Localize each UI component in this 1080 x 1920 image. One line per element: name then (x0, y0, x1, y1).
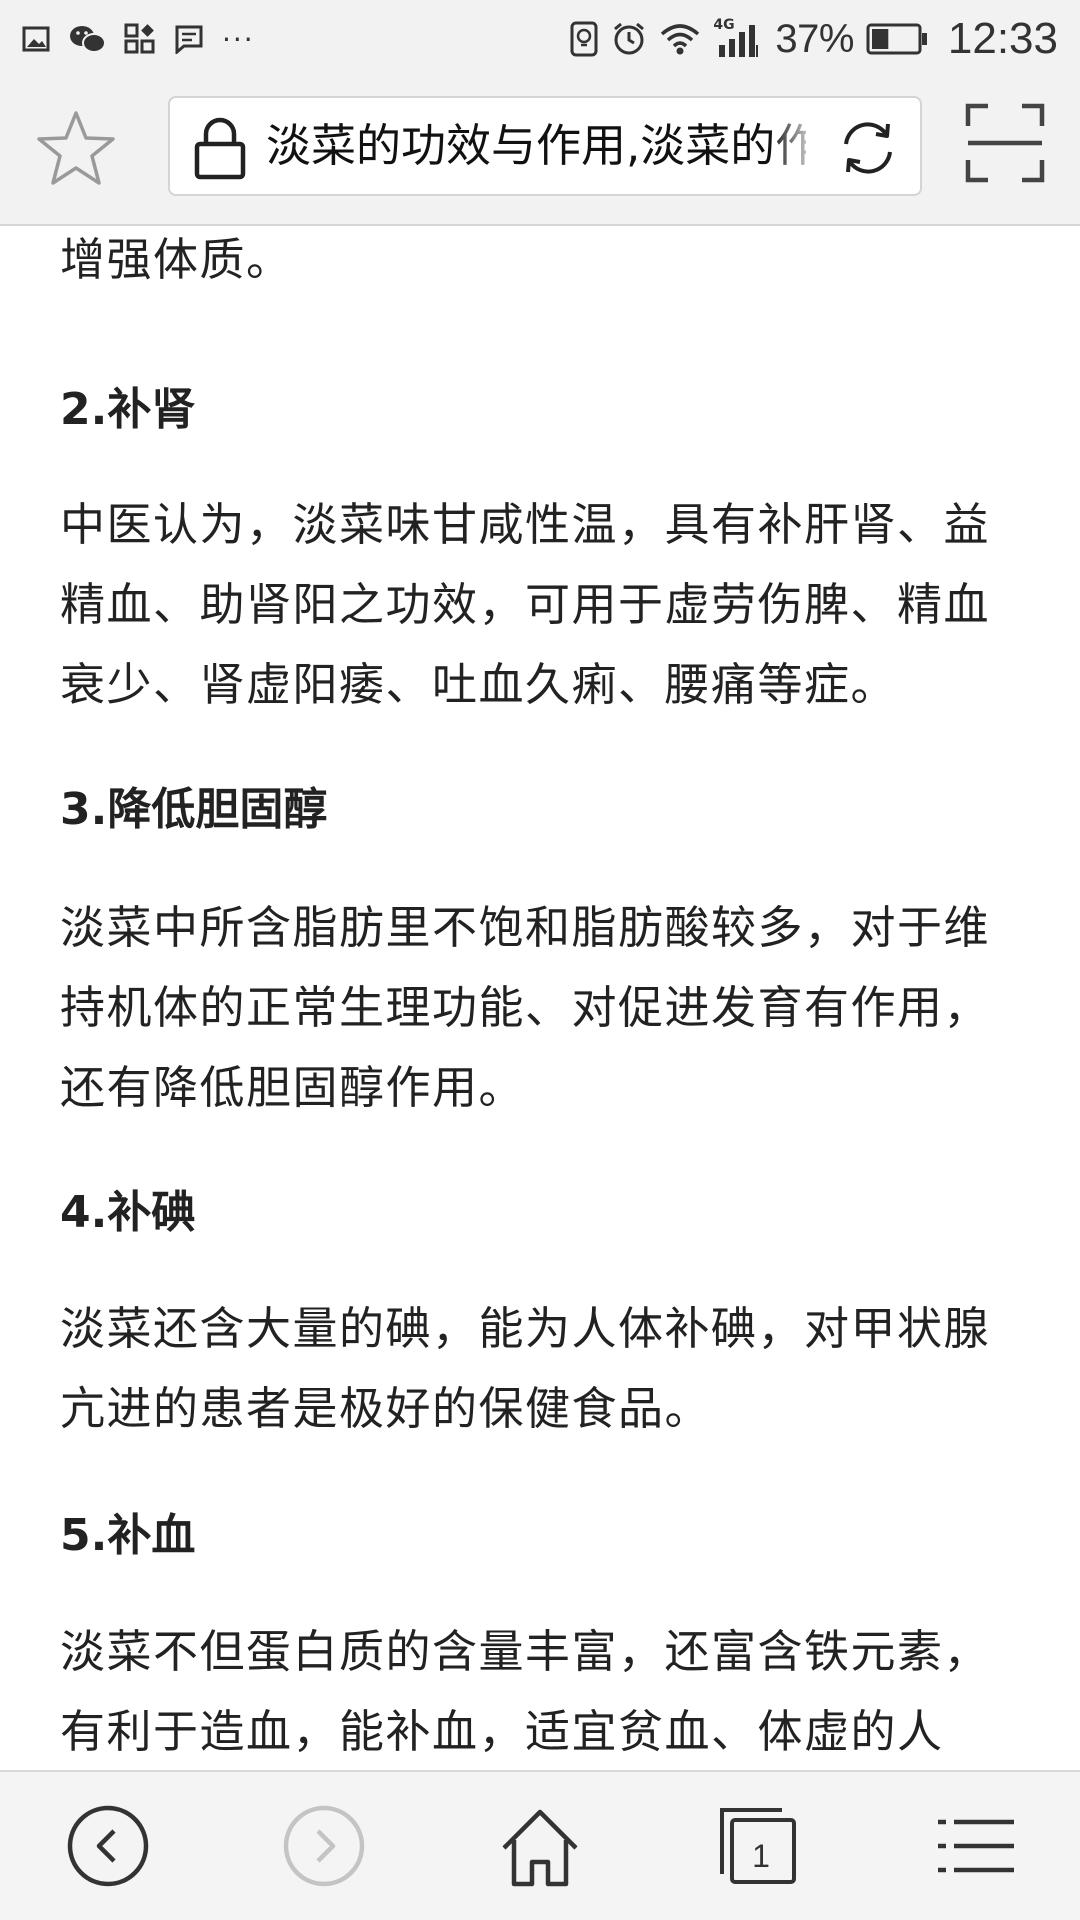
message-icon (174, 24, 204, 54)
article-content[interactable]: 增强体质。 2.补肾 中医认为，淡菜味甘咸性温，具有补肝肾、益精血、助肾阳之功效… (0, 226, 1080, 1770)
section-body: 淡菜中所含脂肪里不饱和脂肪酸较多，对于维持机体的正常生理功能、对促进发育有作用，… (60, 901, 991, 1114)
wifi-icon (659, 22, 701, 56)
section-body: 淡菜不但蛋白质的含量丰富，还富含铁元素，有利于造血，能补血，适宜贫血、体虚的人 (60, 1625, 991, 1758)
clock: 12:33 (947, 14, 1058, 63)
scan-icon (965, 103, 1045, 183)
apps-icon (124, 23, 156, 55)
section-body: 淡菜还含大量的碘，能为人体补碘，对甲状腺亢进的患者是极好的保健食品。 (60, 1302, 991, 1435)
section-heading: 3.降低胆固醇 (60, 784, 328, 835)
wechat-icon (68, 23, 106, 55)
menu-button[interactable] (934, 1804, 1018, 1888)
status-right-icons: 4G 37% 12:33 (569, 10, 1058, 68)
home-icon (502, 1809, 578, 1887)
forward-icon (283, 1805, 365, 1887)
lock-icon (194, 117, 246, 180)
url-fade (770, 98, 820, 194)
tabs-button[interactable]: 1 (716, 1804, 800, 1888)
page-title-in-url: 淡菜的功效与作用,淡菜的作 (266, 119, 806, 172)
vibrate-icon (569, 20, 599, 58)
refresh-icon[interactable] (838, 118, 898, 178)
scan-button[interactable] (964, 102, 1046, 184)
back-button[interactable] (66, 1804, 150, 1888)
bookmark-button[interactable] (34, 106, 118, 190)
tab-count: 1 (752, 1838, 770, 1874)
battery-icon (866, 23, 928, 55)
menu-icon (938, 1819, 1014, 1873)
gallery-icon (22, 26, 50, 52)
signal-4g-icon: 4G (713, 17, 763, 61)
section-heading: 2.补肾 (60, 384, 196, 435)
url-field[interactable]: 淡菜的功效与作用,淡菜的作 (168, 96, 922, 196)
status-bar: ··· 4G 37% 12:33 (0, 0, 1080, 78)
more-dots-icon: ··· (222, 22, 255, 56)
section-heading: 5.补血 (60, 1510, 196, 1561)
forward-button[interactable] (282, 1804, 366, 1888)
star-icon (37, 111, 115, 185)
browser-address-bar: 淡菜的功效与作用,淡菜的作 (0, 78, 1080, 226)
section-body: 中医认为，淡菜味甘咸性温，具有补肝肾、益精血、助肾阳之功效，可用于虚劳伤脾、精血… (60, 498, 991, 711)
home-button[interactable] (498, 1804, 582, 1888)
back-icon (67, 1805, 149, 1887)
lead-text: 增强体质。 (60, 233, 293, 286)
alarm-icon (611, 21, 647, 57)
section-heading: 4.补碘 (60, 1187, 196, 1238)
network-label: 4G (713, 17, 735, 33)
browser-toolbar: 1 (0, 1770, 1080, 1920)
status-left-icons: ··· (22, 16, 255, 62)
battery-percent: 37% (775, 16, 854, 61)
